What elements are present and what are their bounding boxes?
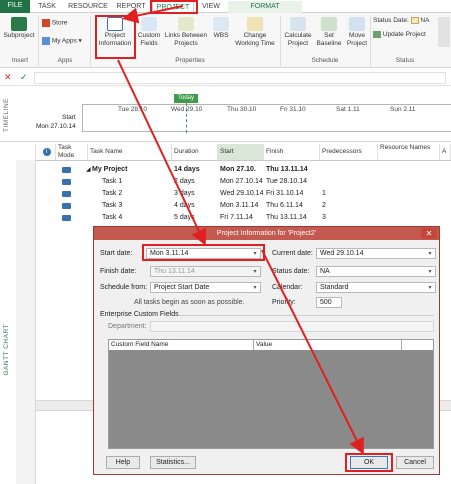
arrow-to-start-date [117, 59, 207, 246]
arrow-to-project-info [122, 5, 184, 24]
annotation-arrows [117, 5, 364, 455]
arrow-to-ok [261, 249, 364, 455]
